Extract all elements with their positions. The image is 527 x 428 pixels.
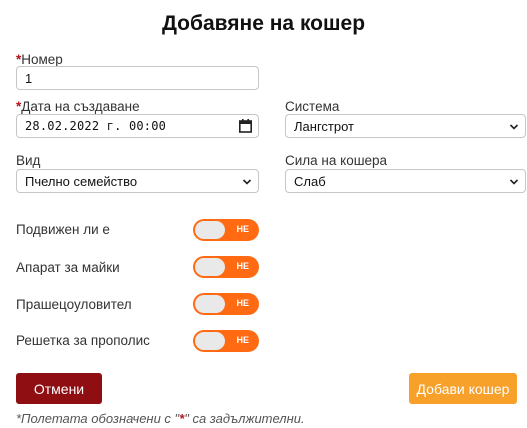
strength-select[interactable]: Слаб [285,169,526,193]
page-title: Добавяне на кошер [161,12,366,35]
type-label: Вид [16,153,41,168]
system-value: Лангстрот [294,119,354,134]
toggle-knob [195,295,225,313]
note-text-before: *Полетата обозначени с " [16,411,180,426]
note-text-after: " са задължителни. [184,411,305,426]
required-fields-note: *Полетата обозначени с "*" са задължител… [16,411,305,426]
toggle-state: НЕ [236,298,249,308]
chevron-down-icon [242,179,252,185]
toggle-propolis-grid[interactable]: НЕ [193,330,259,352]
number-label: *Номер [16,52,63,67]
strength-label: Сила на кошера [285,153,388,168]
system-label: Система [285,99,340,114]
toggle-label-pollen-trap: Прашецоуловител [16,297,132,312]
toggle-label-propolis-grid: Решетка за прополис [16,333,150,348]
type-value: Пчелно семейство [25,174,138,189]
calendar-icon[interactable] [239,119,252,133]
number-label-text: Номер [21,52,63,67]
number-input[interactable]: 1 [16,66,259,90]
add-hive-button[interactable]: Добави кошер [409,373,517,404]
toggle-state: НЕ [236,335,249,345]
chevron-down-icon [509,124,519,130]
chevron-down-icon [509,179,519,185]
toggle-queen-apparatus[interactable]: НЕ [193,256,259,278]
strength-value: Слаб [294,174,326,189]
toggle-knob [195,332,225,350]
toggle-knob [195,258,225,276]
toggle-movable[interactable]: НЕ [193,219,259,241]
created-at-label: *Дата на създаване [16,99,140,114]
toggle-state: НЕ [236,261,249,271]
cancel-button[interactable]: Отмени [16,373,102,404]
toggle-state: НЕ [236,224,249,234]
number-value: 1 [25,71,33,86]
created-at-value: 28.02.2022 г. 00:00 [25,119,167,133]
type-select[interactable]: Пчелно семейство [16,169,259,193]
toggle-pollen-trap[interactable]: НЕ [193,293,259,315]
system-select[interactable]: Лангстрот [285,114,526,138]
created-at-input[interactable]: 28.02.2022 г. 00:00 [16,114,259,138]
created-at-label-text: Дата на създаване [21,99,140,114]
toggle-label-movable: Подвижен ли е [16,222,110,237]
toggle-label-queen-apparatus: Апарат за майки [16,260,120,275]
toggle-knob [195,221,225,239]
